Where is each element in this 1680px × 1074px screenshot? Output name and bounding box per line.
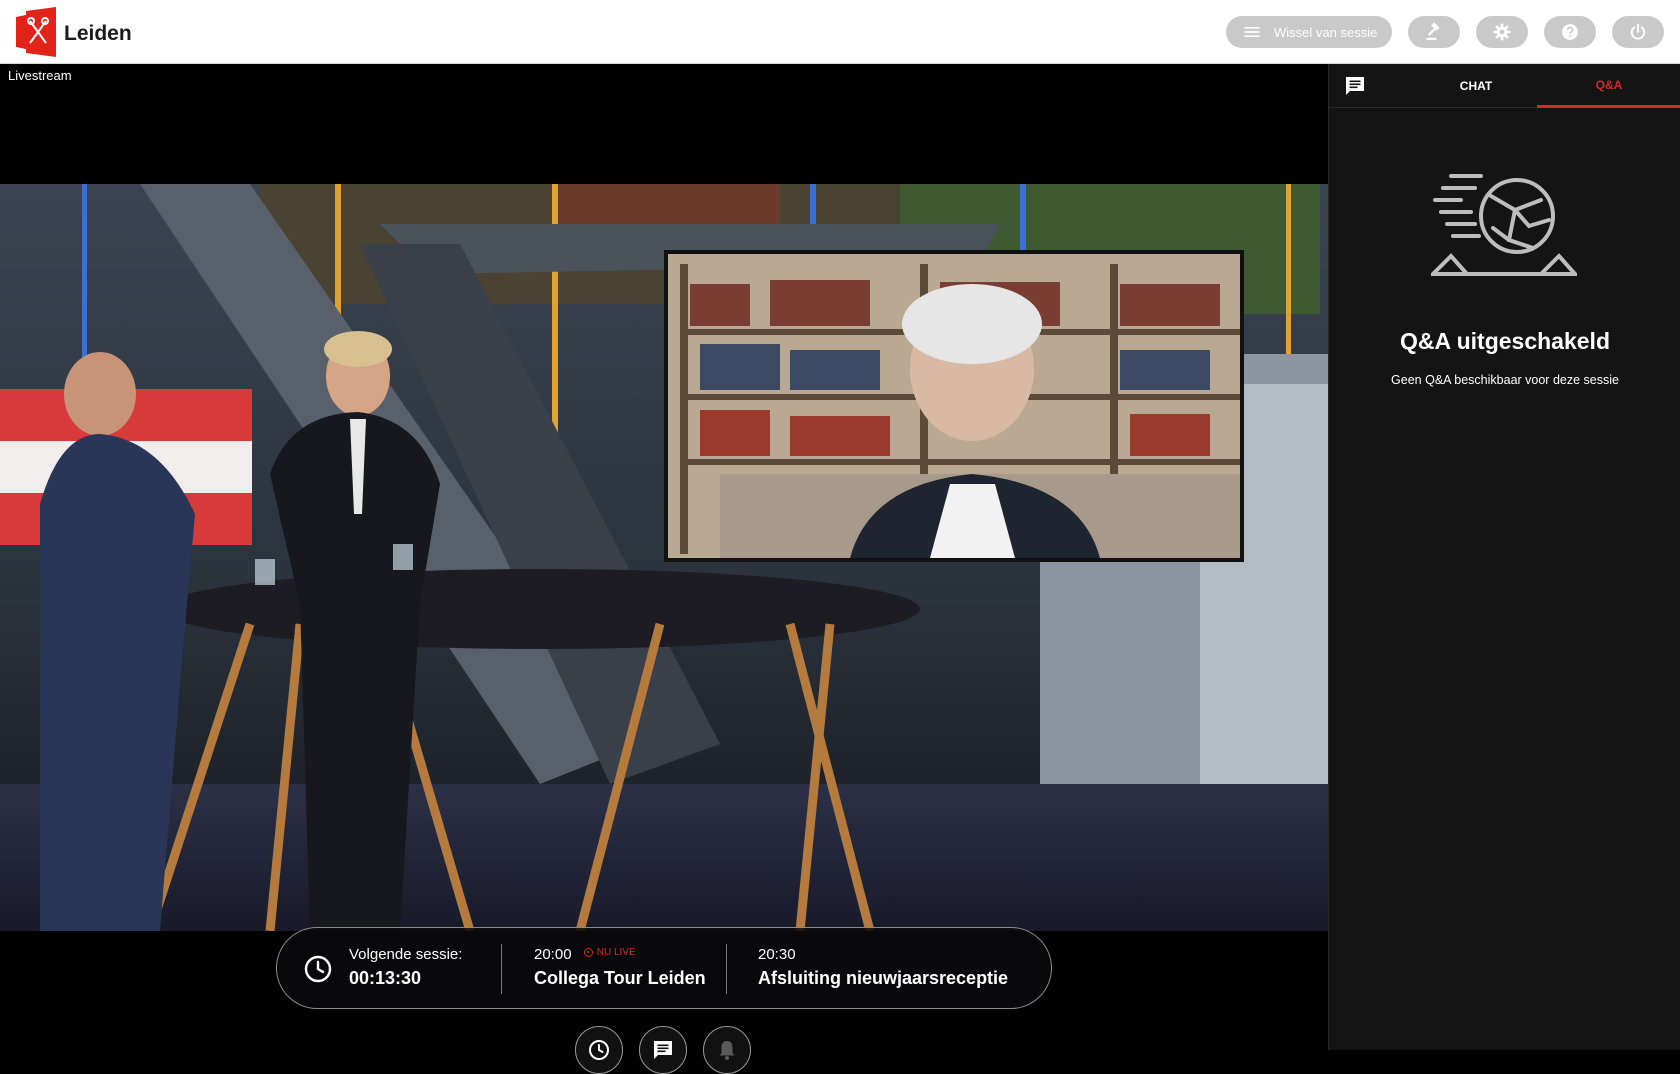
gear-icon — [1493, 23, 1511, 41]
video-player[interactable] — [0, 184, 1328, 931]
livestream-stage: Livestream Volgende sessie: 00:13:30 20:… — [0, 64, 1328, 1074]
power-icon — [1630, 23, 1646, 40]
current-session-time: 20:00 — [534, 946, 572, 963]
chat-bubble-icon — [1346, 77, 1364, 95]
switch-session-button[interactable]: Wissel van sessie — [1226, 16, 1392, 48]
gavel-icon — [1426, 22, 1440, 40]
help-icon — [1562, 24, 1578, 40]
leiden-logo — [16, 7, 56, 57]
current-session-block[interactable]: 20:00 NU LIVE Collega Tour Leiden — [534, 946, 706, 989]
clock-icon — [589, 1040, 609, 1060]
live-badge: NU LIVE — [583, 947, 636, 958]
next-session-label: Volgende sessie: — [349, 946, 463, 963]
upcoming-session-block[interactable]: 20:30 Afsluiting nieuwjaarsreceptie — [758, 946, 1008, 989]
tab-chat[interactable]: CHAT — [1419, 64, 1533, 108]
chat-icon — [654, 1041, 672, 1059]
current-session-title: Collega Tour Leiden — [534, 968, 706, 988]
clock-icon — [304, 955, 332, 983]
live-icon — [583, 948, 593, 957]
video-frame — [0, 184, 1328, 931]
session-schedule-bar: Volgende sessie: 00:13:30 20:00 NU LIVE … — [276, 927, 1052, 1009]
next-session-countdown: 00:13:30 — [349, 968, 422, 988]
live-badge-label: NU LIVE — [596, 947, 636, 958]
qa-disabled-title: Q&A uitgeschakeld — [1399, 328, 1611, 354]
logout-button[interactable] — [1612, 16, 1664, 48]
upcoming-session-title: Afsluiting nieuwjaarsreceptie — [758, 968, 1009, 988]
panel-tabs: CHAT Q&A — [1329, 64, 1680, 108]
brand-name: Leiden — [64, 22, 132, 45]
divider — [726, 944, 727, 994]
settings-button[interactable] — [1476, 16, 1528, 48]
next-session-block: Volgende sessie: 00:13:30 — [349, 946, 462, 989]
switch-session-label: Wissel van sessie — [1274, 24, 1378, 40]
divider — [501, 944, 502, 994]
qa-disabled-subtitle: Geen Q&A beschikbaar voor deze sessie — [1391, 373, 1619, 387]
chat-toggle-button[interactable] — [639, 1026, 687, 1074]
menu-icon — [1244, 27, 1260, 37]
gavel-button[interactable] — [1408, 16, 1460, 48]
qa-disabled-illustration — [1431, 174, 1577, 276]
upcoming-session-time: 20:30 — [758, 946, 796, 963]
schedule-toggle-button[interactable] — [575, 1026, 623, 1074]
bell-icon — [719, 1041, 735, 1060]
top-header: Leiden Wissel van sessie — [0, 0, 1680, 64]
side-panel: CHAT Q&A Q&A uitgeschakeld Geen Q&A besc… — [1328, 64, 1680, 1050]
tab-qa[interactable]: Q&A — [1537, 64, 1680, 108]
stage-label: Livestream — [8, 68, 72, 83]
notification-toggle-button[interactable] — [703, 1026, 751, 1074]
help-button[interactable] — [1544, 16, 1596, 48]
